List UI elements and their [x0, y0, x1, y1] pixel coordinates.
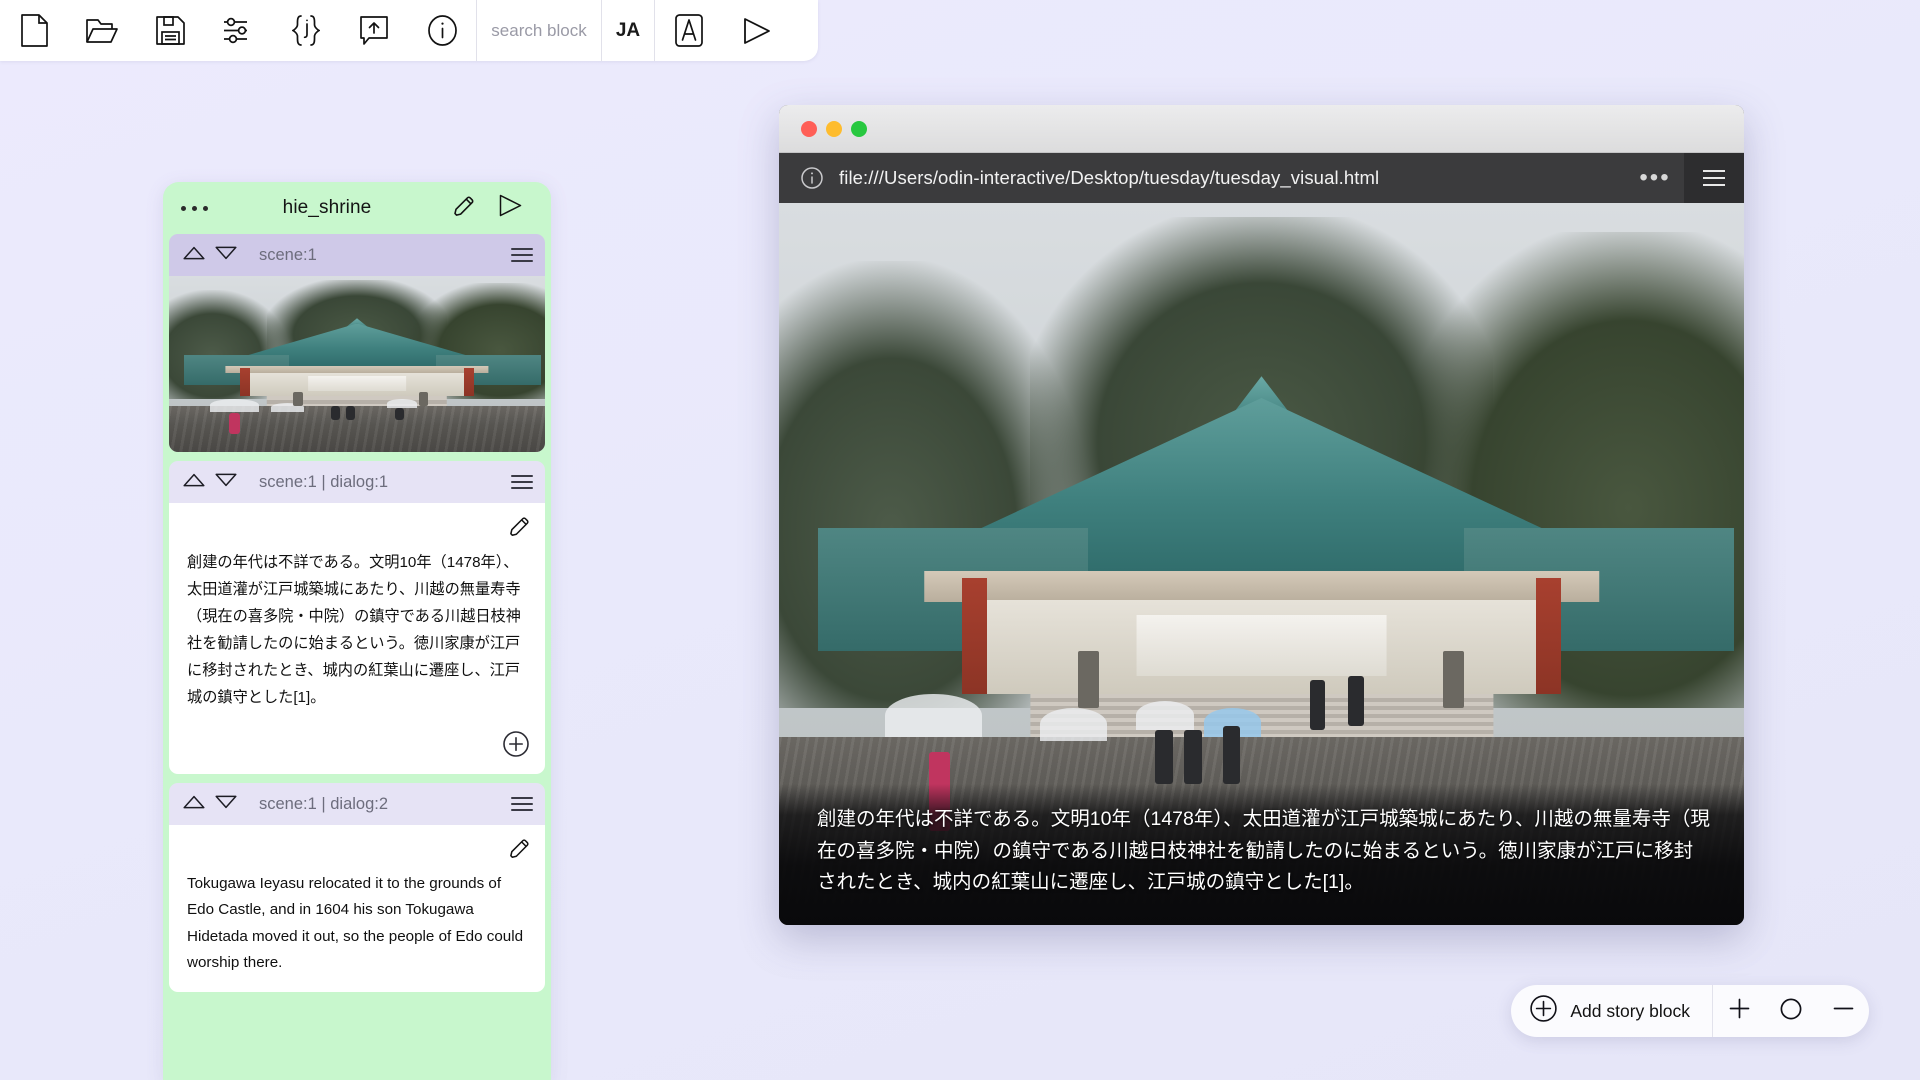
- pencil-icon: [508, 517, 531, 542]
- reorder-arrows: [183, 246, 237, 265]
- circle-icon: [1780, 998, 1802, 1025]
- info-button[interactable]: [408, 0, 476, 61]
- block-label: scene:1: [259, 245, 317, 264]
- settings-sliders-icon: [223, 17, 254, 44]
- menu-line: [511, 803, 533, 806]
- top-toolbar: search block JA: [0, 0, 818, 61]
- add-story-block-label: Add story block: [1570, 1000, 1690, 1021]
- hamburger-menu-icon[interactable]: [1684, 153, 1744, 203]
- dot: [181, 205, 186, 211]
- story-block: scene:1 | dialog:1 創建の年代は不詳である。文明10年（147…: [169, 461, 545, 775]
- minimize-window-button[interactable]: [826, 120, 842, 137]
- compass-button[interactable]: [655, 0, 723, 61]
- block-menu-button[interactable]: [511, 248, 533, 262]
- shrine-illustration: [169, 276, 545, 452]
- settings-button[interactable]: [204, 0, 272, 61]
- story-panel-header: hie_shrine: [163, 182, 551, 234]
- play-icon: [498, 193, 523, 223]
- move-down-icon[interactable]: [215, 246, 237, 265]
- json-braces-icon: [292, 15, 320, 46]
- move-down-icon[interactable]: [215, 473, 237, 492]
- dot: [203, 205, 208, 211]
- menu-line: [511, 809, 533, 812]
- subtitle-overlay: 創建の年代は不詳である。文明10年（1478年）、太田道灌が江戸城築城にあたり、…: [779, 784, 1744, 925]
- block-text-body: 創建の年代は不詳である。文明10年（1478年）、太田道灌が江戸城築城にあたり、…: [169, 503, 545, 728]
- edit-dialog-button[interactable]: [508, 515, 531, 543]
- story-play-button[interactable]: [487, 193, 533, 223]
- move-up-icon[interactable]: [183, 795, 205, 814]
- browser-viewport: 創建の年代は不詳である。文明10年（1478年）、太田道灌が江戸城築城にあたり、…: [779, 203, 1744, 925]
- block-header: scene:1: [169, 234, 545, 276]
- block-label: scene:1 | dialog:1: [259, 472, 389, 491]
- json-button[interactable]: [272, 0, 340, 61]
- plus-circle-icon: [1530, 995, 1558, 1027]
- story-panel: hie_shrine scene:1 scene:1 | dialog:1 創建…: [163, 182, 551, 1080]
- block-header: scene:1 | dialog:2: [169, 783, 545, 826]
- export-upload-icon: [360, 15, 388, 46]
- story-block: scene:1 | dialog:2 Tokugawa Ieyasu reloc…: [169, 783, 545, 992]
- info-icon[interactable]: [801, 167, 823, 189]
- block-menu-button[interactable]: [511, 797, 533, 812]
- move-up-icon[interactable]: [183, 473, 205, 492]
- menu-line: [1703, 170, 1725, 172]
- save-disk-icon: [155, 16, 185, 45]
- info-icon: [427, 15, 457, 46]
- block-menu-button[interactable]: [511, 475, 533, 489]
- zoom-reset-button[interactable]: [1765, 985, 1817, 1037]
- menu-line: [511, 487, 533, 489]
- move-down-icon[interactable]: [215, 795, 237, 814]
- story-edit-button[interactable]: [441, 194, 487, 223]
- maximize-window-button[interactable]: [851, 120, 867, 137]
- new-file-icon: [20, 14, 48, 47]
- move-up-icon[interactable]: [183, 246, 205, 265]
- bottom-toolbar: Add story block: [1511, 985, 1869, 1037]
- menu-line: [511, 248, 533, 250]
- menu-line: [511, 254, 533, 256]
- menu-line: [511, 481, 533, 483]
- search-input[interactable]: search block: [477, 0, 601, 61]
- reorder-arrows: [183, 473, 237, 492]
- menu-line: [511, 260, 533, 262]
- dialog-text[interactable]: Tokugawa Ieyasu relocated it to the grou…: [187, 871, 525, 976]
- story-block: scene:1: [169, 234, 545, 452]
- zoom-out-button[interactable]: [1817, 985, 1869, 1037]
- dialog-text[interactable]: 創建の年代は不詳である。文明10年（1478年）、太田道灌が江戸城築城にあたり、…: [187, 549, 525, 711]
- minus-icon: [1832, 997, 1855, 1025]
- browser-titlebar: [779, 105, 1744, 153]
- menu-line: [1703, 184, 1725, 186]
- play-icon: [742, 16, 772, 46]
- browser-urlbar: file:///Users/odin-interactive/Desktop/t…: [779, 153, 1744, 203]
- pencil-icon: [508, 839, 531, 864]
- export-button[interactable]: [340, 0, 408, 61]
- story-title: hie_shrine: [282, 197, 372, 218]
- add-dialog-button[interactable]: [503, 730, 529, 762]
- save-button[interactable]: [136, 0, 204, 61]
- block-header: scene:1 | dialog:1: [169, 461, 545, 503]
- language-toggle[interactable]: JA: [602, 0, 654, 61]
- browser-window: file:///Users/odin-interactive/Desktop/t…: [779, 105, 1744, 925]
- reorder-arrows: [183, 795, 237, 814]
- block-image-body: [169, 276, 545, 452]
- plus-icon: [1728, 997, 1751, 1025]
- url-text[interactable]: file:///Users/odin-interactive/Desktop/t…: [839, 167, 1626, 189]
- block-text-body: Tokugawa Ieyasu relocated it to the grou…: [169, 825, 545, 992]
- menu-line: [511, 797, 533, 800]
- new-file-button[interactable]: [0, 0, 68, 61]
- edit-dialog-button[interactable]: [508, 837, 531, 865]
- open-folder-button[interactable]: [68, 0, 136, 61]
- menu-line: [511, 475, 533, 477]
- add-story-block-button[interactable]: Add story block: [1511, 985, 1712, 1037]
- story-blocks-list[interactable]: scene:1 scene:1 | dialog:1 創建の年代は不詳である。文…: [169, 234, 545, 1080]
- close-window-button[interactable]: [801, 120, 817, 137]
- scene-thumbnail[interactable]: [169, 276, 545, 452]
- open-folder-icon: [86, 17, 118, 44]
- zoom-in-button[interactable]: [1713, 985, 1765, 1037]
- compass-icon: [675, 14, 703, 47]
- browser-overflow-button[interactable]: •••: [1626, 166, 1684, 190]
- play-button[interactable]: [723, 0, 791, 61]
- pencil-icon: [452, 194, 476, 223]
- menu-line: [1703, 177, 1725, 179]
- dot: [192, 205, 197, 211]
- block-label: scene:1 | dialog:2: [259, 794, 389, 813]
